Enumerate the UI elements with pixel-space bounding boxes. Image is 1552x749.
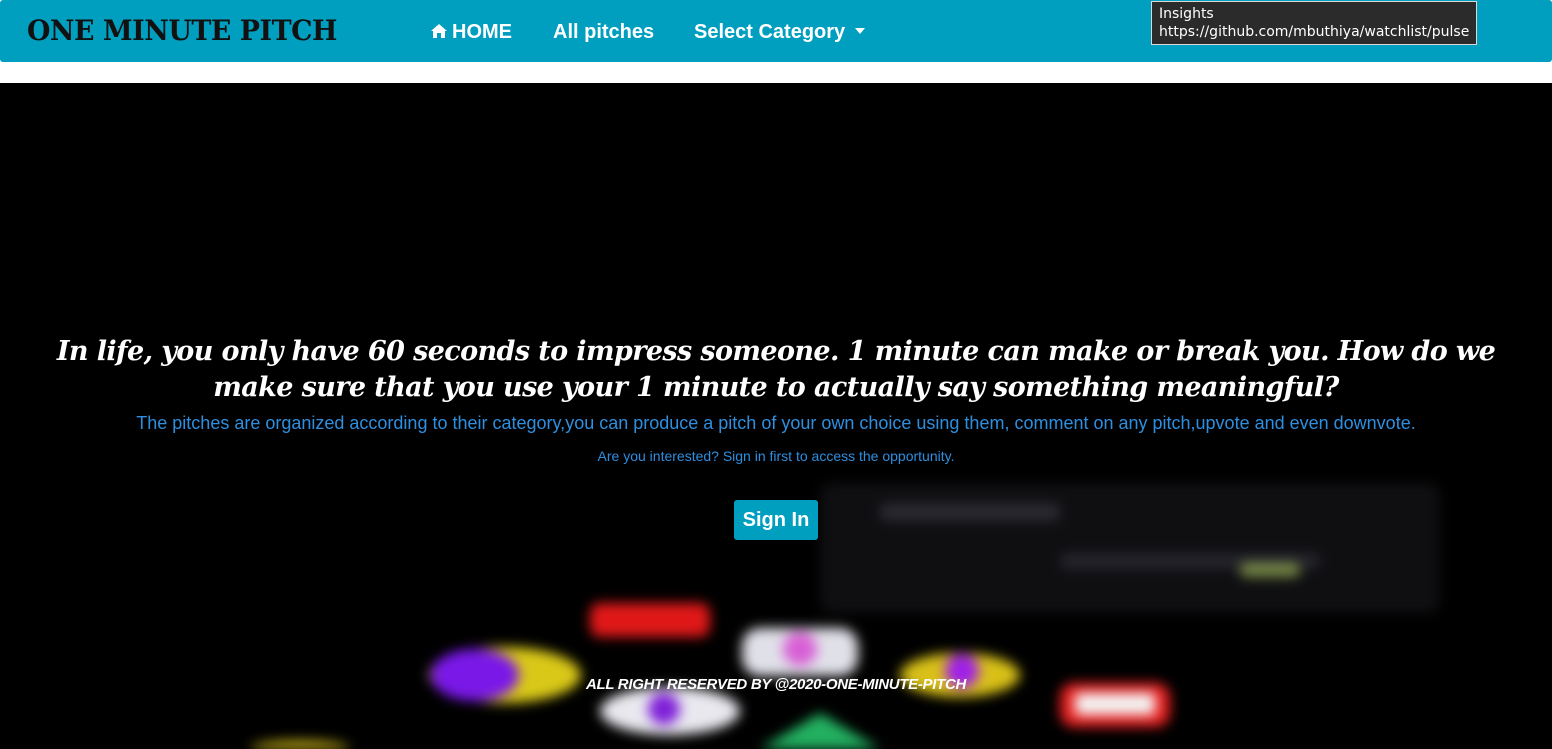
nav-all-pitches-link[interactable]: All pitches	[553, 19, 654, 45]
sign-in-button[interactable]: Sign In	[734, 500, 818, 540]
hero-description: The pitches are organized according to t…	[136, 413, 1416, 433]
hero-section: In life, you only have 60 seconds to imp…	[0, 83, 1552, 749]
tooltip-url: https://github.com/mbuthiya/watchlist/pu…	[1159, 24, 1470, 40]
nav-home-label: HOME	[452, 21, 512, 43]
interest-prompt: Are you interested? Sign in first to acc…	[597, 448, 955, 464]
link-tooltip: Insights https://github.com/mbuthiya/wat…	[1151, 1, 1478, 45]
brand-logo[interactable]: ONE MINUTE PITCH	[27, 14, 337, 48]
chevron-down-icon	[855, 28, 866, 34]
select-category-dropdown[interactable]: Select Category	[694, 19, 866, 45]
page: ONE MINUTE PITCH HOME All pitches Select…	[0, 0, 1552, 749]
tooltip-title: Insights	[1159, 6, 1214, 22]
home-icon	[431, 24, 447, 38]
hero-headline: In life, you only have 60 seconds to imp…	[56, 336, 1496, 403]
select-category-label: Select Category	[694, 21, 846, 43]
nav-home-link[interactable]: HOME	[430, 19, 512, 45]
copyright-footer: ALL RIGHT RESERVED BY @2020-ONE-MINUTE-P…	[585, 676, 967, 693]
